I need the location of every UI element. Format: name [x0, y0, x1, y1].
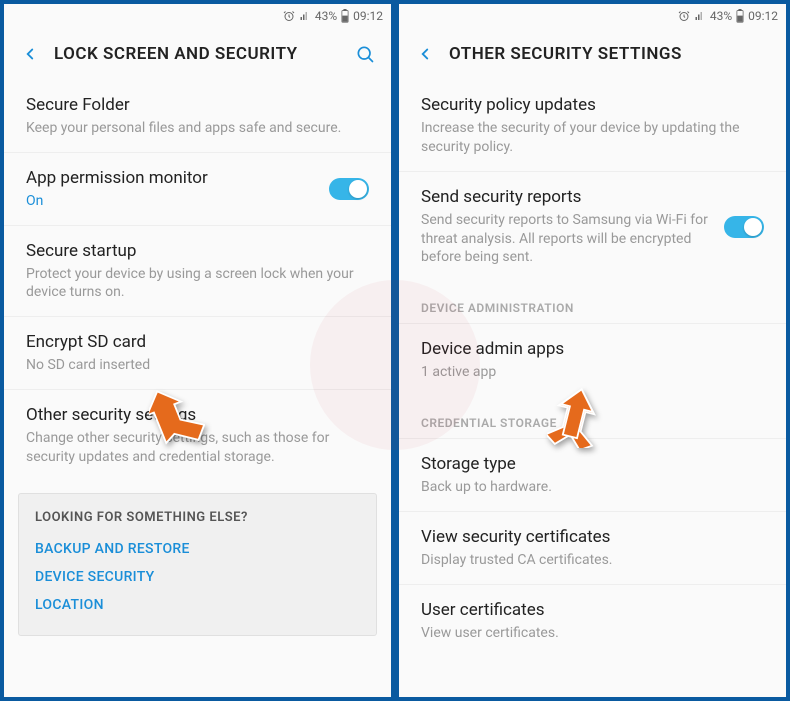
- battery-icon: [736, 9, 744, 23]
- search-button[interactable]: [353, 42, 377, 66]
- link-backup-restore[interactable]: BACKUP AND RESTORE: [35, 535, 360, 563]
- item-title: Encrypt SD card: [26, 331, 369, 354]
- section-device-admin: DEVICE ADMINISTRATION: [399, 281, 786, 323]
- header: OTHER SECURITY SETTINGS: [399, 28, 786, 80]
- status-bar: 43% 09:12: [399, 4, 786, 28]
- back-button[interactable]: [18, 42, 42, 66]
- card-heading: LOOKING FOR SOMETHING ELSE?: [35, 510, 360, 525]
- item-title: Secure Folder: [26, 94, 369, 117]
- item-sub: Increase the security of your device by …: [421, 119, 764, 157]
- battery-icon: [341, 9, 349, 23]
- battery-text: 43%: [710, 9, 732, 23]
- item-title: User certificates: [421, 599, 764, 622]
- signal-icon: [299, 10, 311, 22]
- toggle-app-permission[interactable]: [329, 178, 369, 200]
- item-secure-folder[interactable]: Secure Folder Keep your personal files a…: [4, 80, 391, 153]
- settings-list: Secure Folder Keep your personal files a…: [4, 80, 391, 697]
- item-secure-startup[interactable]: Secure startup Protect your device by us…: [4, 226, 391, 318]
- item-sub: View user certificates.: [421, 624, 764, 643]
- item-title: Device admin apps: [421, 338, 764, 361]
- item-sub: Back up to hardware.: [421, 478, 764, 497]
- item-title: Send security reports: [421, 186, 712, 209]
- status-bar: 43% 09:12: [4, 4, 391, 28]
- item-title: App permission monitor: [26, 167, 317, 190]
- item-view-security-certificates[interactable]: View security certificates Display trust…: [399, 512, 786, 585]
- item-user-certificates[interactable]: User certificates View user certificates…: [399, 585, 786, 657]
- clock-text: 09:12: [353, 9, 383, 23]
- screen-lock-security: 43% 09:12 LOCK SCREEN AND SECURITY Secur…: [0, 0, 395, 701]
- item-send-security-reports[interactable]: Send security reports Send security repo…: [399, 172, 786, 282]
- back-button[interactable]: [413, 42, 437, 66]
- item-sub: On: [26, 192, 317, 211]
- screen-other-security: 43% 09:12 OTHER SECURITY SETTINGS Securi…: [395, 0, 790, 701]
- item-title: Other security settings: [26, 404, 369, 427]
- item-sub: Protect your device by using a screen lo…: [26, 265, 369, 303]
- alarm-icon: [678, 10, 690, 22]
- item-title: Security policy updates: [421, 94, 764, 117]
- item-sub: Send security reports to Samsung via Wi-…: [421, 211, 712, 268]
- settings-list: Security policy updates Increase the sec…: [399, 80, 786, 697]
- item-device-admin-apps[interactable]: Device admin apps 1 active app: [399, 324, 786, 396]
- page-title: LOCK SCREEN AND SECURITY: [54, 44, 353, 64]
- item-sub: Keep your personal files and apps safe a…: [26, 119, 369, 138]
- item-encrypt-sd[interactable]: Encrypt SD card No SD card inserted: [4, 317, 391, 390]
- item-title: Storage type: [421, 453, 764, 476]
- alarm-icon: [283, 10, 295, 22]
- item-sub: Display trusted CA certificates.: [421, 551, 764, 570]
- item-storage-type[interactable]: Storage type Back up to hardware.: [399, 439, 786, 512]
- link-location[interactable]: LOCATION: [35, 591, 360, 619]
- link-device-security[interactable]: DEVICE SECURITY: [35, 563, 360, 591]
- clock-text: 09:12: [748, 9, 778, 23]
- item-sub: Change other security settings, such as …: [26, 429, 369, 467]
- related-links-card: LOOKING FOR SOMETHING ELSE? BACKUP AND R…: [18, 493, 377, 636]
- item-other-security-settings[interactable]: Other security settings Change other sec…: [4, 390, 391, 481]
- battery-text: 43%: [315, 9, 337, 23]
- section-credential-storage: CREDENTIAL STORAGE: [399, 396, 786, 438]
- page-title: OTHER SECURITY SETTINGS: [449, 44, 772, 64]
- item-sub: No SD card inserted: [26, 356, 369, 375]
- toggle-send-reports[interactable]: [724, 216, 764, 238]
- item-title: Secure startup: [26, 240, 369, 263]
- item-security-policy-updates[interactable]: Security policy updates Increase the sec…: [399, 80, 786, 172]
- item-title: View security certificates: [421, 526, 764, 549]
- signal-icon: [694, 10, 706, 22]
- item-app-permission-monitor[interactable]: App permission monitor On: [4, 153, 391, 226]
- header: LOCK SCREEN AND SECURITY: [4, 28, 391, 80]
- item-sub: 1 active app: [421, 363, 764, 382]
